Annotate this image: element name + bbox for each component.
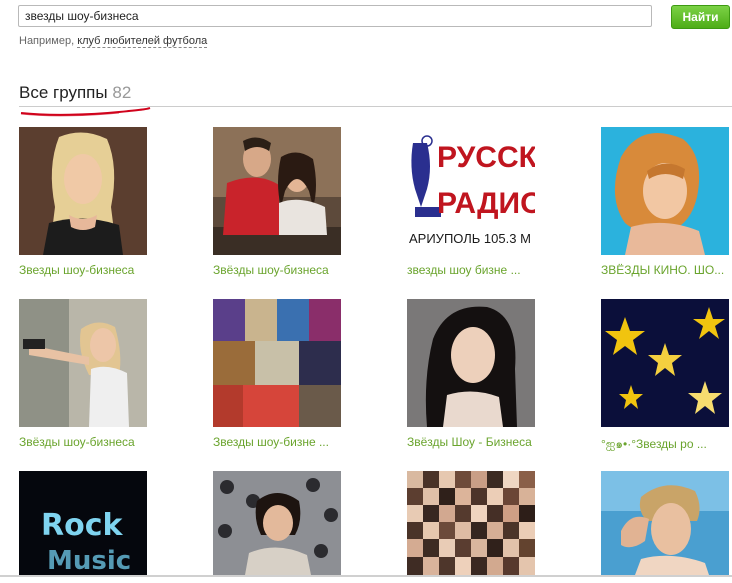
group-card[interactable]: Звёзды Шоу - Бизнеса	[407, 299, 557, 449]
group-card[interactable]	[213, 471, 363, 583]
group-title[interactable]: Звёзды Шоу - Бизнеса	[407, 435, 557, 449]
rock-logo-line2: Music	[47, 546, 131, 575]
radio-logo-line2: РАДИО	[437, 187, 535, 220]
group-title[interactable]: Звезды шоу-бизне ...	[213, 435, 363, 449]
group-title[interactable]: Звёзды шоу-бизнеса	[213, 263, 363, 277]
group-card[interactable]: РУССКО РАДИО АРИУПОЛЬ 105.3 М звезды шоу…	[407, 127, 557, 277]
group-card[interactable]	[407, 471, 557, 583]
rock-logo-line1: Rock	[41, 508, 123, 543]
group-image[interactable]: РУССКО РАДИО АРИУПОЛЬ 105.3 М	[407, 127, 535, 255]
group-title[interactable]: Звезды шоу-бизнеса	[19, 263, 169, 277]
section-title-text: Все группы	[19, 83, 108, 102]
section-title: Все группы 82	[19, 83, 131, 103]
search-input[interactable]	[18, 5, 652, 27]
group-title[interactable]: ЗВЁЗДЫ КИНО. ШО...	[601, 263, 732, 277]
group-title[interactable]: Звёзды шоу-бизнеса	[19, 435, 169, 449]
group-image[interactable]	[213, 471, 341, 575]
section-count: 82	[112, 83, 132, 102]
search-button[interactable]: Найти	[671, 5, 730, 29]
section-underline	[20, 107, 151, 117]
group-image[interactable]	[213, 127, 341, 255]
group-image[interactable]	[601, 127, 729, 255]
radio-logo-line1: РУССКО	[437, 141, 535, 174]
group-card[interactable]	[601, 471, 732, 583]
group-title[interactable]: °ஐ๑•·°Звезды ро ...	[601, 435, 732, 454]
group-image[interactable]	[213, 299, 341, 427]
group-card[interactable]: Звезды шоу-бизне ...	[213, 299, 363, 449]
group-card[interactable]: Звёзды шоу-бизнеса	[213, 127, 363, 277]
group-card[interactable]: Звезды шоу-бизнеса	[19, 127, 169, 277]
radio-logo-line3: АРИУПОЛЬ 105.3 М	[409, 231, 531, 246]
group-card[interactable]: Звёзды шоу-бизнеса	[19, 299, 169, 449]
group-title[interactable]: звезды шоу бизне ...	[407, 263, 557, 277]
search-hint: Например, клуб любителей футбола	[19, 35, 208, 48]
group-card[interactable]: ЗВЁЗДЫ КИНО. ШО...	[601, 127, 732, 277]
group-card[interactable]: Rock Music	[19, 471, 169, 583]
group-image[interactable]	[601, 471, 729, 575]
group-image[interactable]	[407, 471, 535, 575]
group-image[interactable]	[601, 299, 729, 427]
group-image[interactable]	[19, 299, 147, 427]
group-image[interactable]: Rock Music	[19, 471, 147, 575]
group-card[interactable]: °ஐ๑•·°Звезды ро ...	[601, 299, 732, 454]
search-hint-prefix: Например,	[19, 35, 75, 47]
group-image[interactable]	[19, 127, 147, 255]
group-image[interactable]	[407, 299, 535, 427]
search-hint-link[interactable]: клуб любителей футбола	[77, 35, 208, 48]
